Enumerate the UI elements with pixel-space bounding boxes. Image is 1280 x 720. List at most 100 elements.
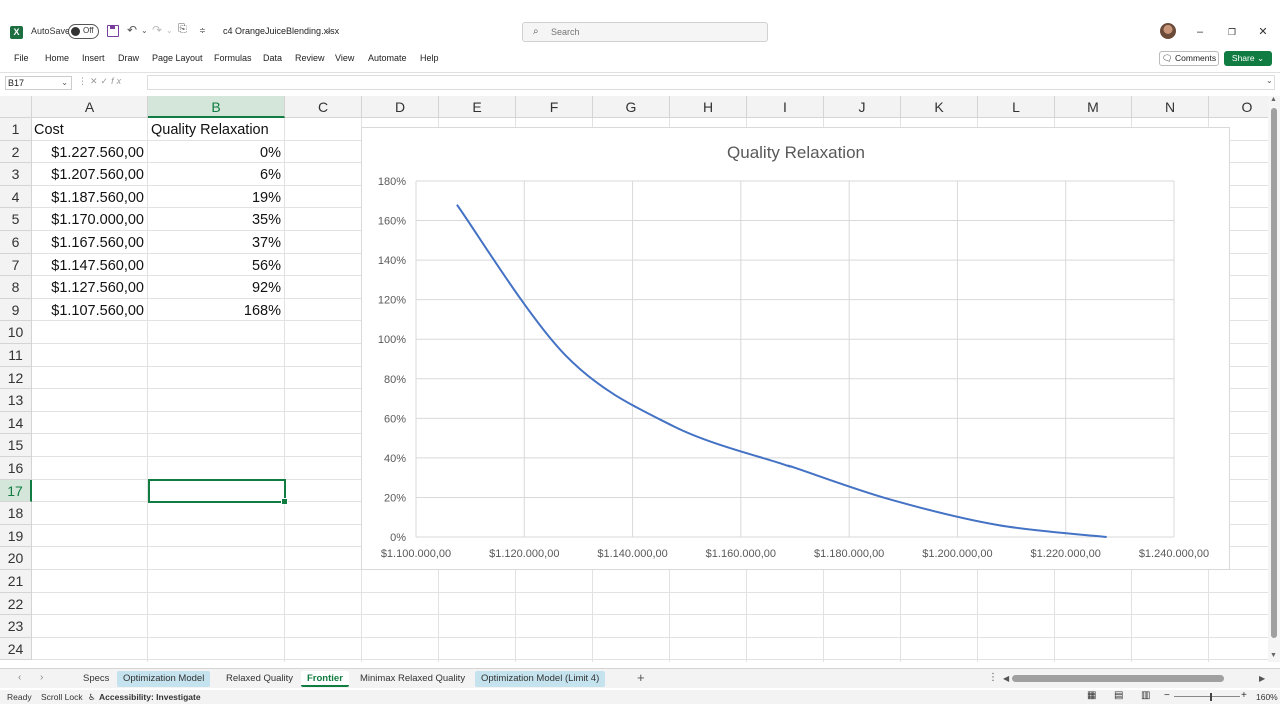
file-name[interactable]: c4 OrangeJuiceBlending.xlsx <box>223 26 339 36</box>
expand-formula-bar-icon[interactable]: ⌄ <box>1266 76 1273 85</box>
vertical-scrollbar[interactable]: ▲ ▼ <box>1268 96 1280 662</box>
undo-dropdown-icon[interactable]: ⌄ <box>141 26 148 35</box>
tab-view[interactable]: View <box>335 53 354 63</box>
status-accessibility[interactable]: Accessibility: Investigate <box>99 692 201 702</box>
column-header-f[interactable]: F <box>516 96 593 118</box>
row-header-16[interactable]: 16 <box>0 457 32 480</box>
row-header-3[interactable]: 3 <box>0 163 32 186</box>
column-header-a[interactable]: A <box>32 96 148 118</box>
zoom-level[interactable]: 160% <box>1256 692 1278 702</box>
cell-a2[interactable]: $1.227.560,00 <box>32 142 148 164</box>
tab-data[interactable]: Data <box>263 53 282 63</box>
row-header-22[interactable]: 22 <box>0 592 32 616</box>
scroll-left-icon[interactable]: ◀ <box>1003 674 1009 683</box>
row-header-13[interactable]: 13 <box>0 389 32 412</box>
cell-b5[interactable]: 35% <box>148 209 285 231</box>
page-break-view-icon[interactable]: ▥ <box>1141 690 1150 701</box>
row-header-7[interactable]: 7 <box>0 253 32 277</box>
filename-chevron-down-icon[interactable]: ⌄ <box>325 25 333 36</box>
cell-a1[interactable]: Cost <box>34 119 148 141</box>
tab-draw[interactable]: Draw <box>118 53 139 63</box>
zoom-out-icon[interactable]: − <box>1164 690 1170 701</box>
row-header-15[interactable]: 15 <box>0 434 32 457</box>
formula-input[interactable] <box>147 75 1275 90</box>
row-header-19[interactable]: 19 <box>0 524 32 548</box>
share-button[interactable]: Share ⌄ <box>1224 51 1272 66</box>
row-header-11[interactable]: 11 <box>0 344 32 367</box>
tab-home[interactable]: Home <box>45 53 69 63</box>
row-header-9[interactable]: 9 <box>0 298 32 322</box>
column-header-d[interactable]: D <box>362 96 439 118</box>
sheet-tab-specs[interactable]: Specs <box>77 671 115 687</box>
name-box-chevron-down-icon[interactable]: ⌄ <box>61 77 68 89</box>
next-sheet-icon[interactable]: › <box>40 672 43 683</box>
close-button[interactable]: ✕ <box>1248 22 1278 42</box>
prev-sheet-icon[interactable]: ‹ <box>18 672 21 683</box>
cell-a5[interactable]: $1.170.000,00 <box>32 209 148 231</box>
row-header-5[interactable]: 5 <box>0 208 32 231</box>
cell-a7[interactable]: $1.147.560,00 <box>32 255 148 277</box>
column-header-c[interactable]: C <box>285 96 362 118</box>
row-header-10[interactable]: 10 <box>0 321 32 344</box>
search-input[interactable] <box>551 25 751 39</box>
column-header-i[interactable]: I <box>747 96 824 118</box>
horizontal-scroll-thumb[interactable] <box>1012 675 1224 682</box>
row-header-6[interactable]: 6 <box>0 231 32 254</box>
column-header-h[interactable]: H <box>670 96 747 118</box>
tab-insert[interactable]: Insert <box>82 53 105 63</box>
enter-icon[interactable]: ✓ <box>101 76 112 86</box>
column-header-m[interactable]: M <box>1055 96 1132 118</box>
row-header-17[interactable]: 17 <box>0 479 32 503</box>
undo-icon[interactable]: ↶ <box>127 23 137 37</box>
cell-a9[interactable]: $1.107.560,00 <box>32 300 148 322</box>
row-header-1[interactable]: 1 <box>0 118 32 141</box>
sheet-tab-relaxed-quality[interactable]: Relaxed Quality <box>220 671 299 687</box>
cell-b8[interactable]: 92% <box>148 277 285 299</box>
tab-formulas[interactable]: Formulas <box>214 53 252 63</box>
cell-a3[interactable]: $1.207.560,00 <box>32 164 148 186</box>
column-header-g[interactable]: G <box>593 96 670 118</box>
column-header-k[interactable]: K <box>901 96 978 118</box>
name-box[interactable]: B17 ⌄ <box>5 76 72 90</box>
column-header-b[interactable]: B <box>148 96 285 118</box>
format-painter-icon[interactable]: ⎘ <box>178 23 187 36</box>
sheet-tab-frontier[interactable]: Frontier <box>301 671 349 687</box>
cell-b6[interactable]: 37% <box>148 232 285 254</box>
row-header-20[interactable]: 20 <box>0 547 32 570</box>
tab-automate[interactable]: Automate <box>368 53 407 63</box>
cell-a4[interactable]: $1.187.560,00 <box>32 187 148 209</box>
cell-b9[interactable]: 168% <box>148 300 285 322</box>
page-layout-view-icon[interactable]: ▤ <box>1114 690 1123 701</box>
row-header-18[interactable]: 18 <box>0 502 32 525</box>
row-header-8[interactable]: 8 <box>0 276 32 299</box>
cell-b7[interactable]: 56% <box>148 255 285 277</box>
more-icon[interactable]: ⋮ <box>78 76 90 86</box>
tab-page-layout[interactable]: Page Layout <box>152 53 203 63</box>
redo-icon[interactable]: ↷ <box>152 23 162 37</box>
zoom-slider-knob[interactable] <box>1210 693 1212 701</box>
cell-b2[interactable]: 0% <box>148 142 285 164</box>
zoom-slider[interactable] <box>1174 696 1240 697</box>
cell-b1[interactable]: Quality Relaxation <box>151 119 285 141</box>
row-header-24[interactable]: 24 <box>0 637 32 661</box>
tab-review[interactable]: Review <box>295 53 325 63</box>
comments-button[interactable]: 🗨 Comments <box>1159 51 1219 66</box>
add-sheet-button[interactable]: + <box>637 670 645 685</box>
column-header-j[interactable]: J <box>824 96 901 118</box>
column-header-l[interactable]: L <box>978 96 1055 118</box>
search-box[interactable]: ⌕ <box>522 22 768 42</box>
worksheet-grid[interactable]: ABCDEFGHIJKLMNO 1 2 3 4 5 6 7 8 9 10 11 12 13 14 15 16 1… <box>0 96 1268 662</box>
redo-dropdown-icon[interactable]: ⌄ <box>166 26 173 35</box>
zoom-in-icon[interactable]: + <box>1241 690 1247 701</box>
cancel-icon[interactable]: ✕ <box>90 76 101 86</box>
select-all-corner[interactable] <box>0 96 32 118</box>
tab-help[interactable]: Help <box>420 53 439 63</box>
cell-b3[interactable]: 6% <box>148 164 285 186</box>
row-header-2[interactable]: 2 <box>0 140 32 164</box>
cell-a6[interactable]: $1.167.560,00 <box>32 232 148 254</box>
minimize-button[interactable]: – <box>1185 22 1215 42</box>
customize-toolbar-icon[interactable]: ≑ <box>199 26 206 35</box>
fx-icon[interactable]: fx <box>111 76 124 86</box>
row-header-23[interactable]: 23 <box>0 615 32 638</box>
sheet-tab-minimax-relaxed-quality[interactable]: Minimax Relaxed Quality <box>354 671 471 687</box>
